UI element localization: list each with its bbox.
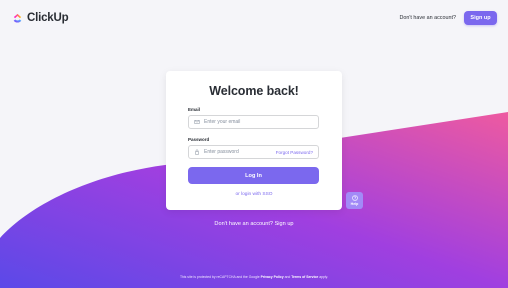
signup-button[interactable]: Sign up xyxy=(464,11,497,25)
help-label: Help xyxy=(350,202,359,206)
help-button[interactable]: Help xyxy=(346,192,363,209)
password-field-container[interactable]: Forgot Password? xyxy=(188,145,319,159)
terms-of-service-link[interactable]: Terms of Service xyxy=(291,275,318,279)
password-label: Password xyxy=(188,137,210,142)
clickup-logo[interactable]: ClickUp xyxy=(12,11,69,25)
footer-prefix: This site is protected by reCAPTCHA and … xyxy=(179,275,260,279)
privacy-policy-link[interactable]: Privacy Policy xyxy=(261,275,284,279)
logo-text: ClickUp xyxy=(27,12,69,24)
login-button[interactable]: Log In xyxy=(188,167,319,184)
footer-suffix: apply. xyxy=(319,275,329,279)
page-title: Welcome back! xyxy=(209,84,299,98)
clickup-logo-icon xyxy=(13,13,22,23)
mail-icon xyxy=(194,120,200,124)
header-actions: Don't have an account? Sign up xyxy=(400,11,497,25)
login-card: Welcome back! Email Password Forgot Pass… xyxy=(166,71,342,210)
recaptcha-footer: This site is protected by reCAPTCHA and … xyxy=(0,275,508,279)
forgot-password-link[interactable]: Forgot Password? xyxy=(276,150,313,155)
bottom-signup-link[interactable]: Don't have an account? Sign up xyxy=(0,221,508,227)
email-label: Email xyxy=(188,107,201,112)
lock-icon xyxy=(195,149,199,155)
sso-login-link[interactable]: or login with SSO xyxy=(188,192,320,197)
email-field-container[interactable] xyxy=(188,115,319,129)
no-account-text: Don't have an account? xyxy=(399,15,456,21)
password-input[interactable] xyxy=(204,149,272,155)
email-input[interactable] xyxy=(204,119,313,125)
footer-and: and xyxy=(284,275,291,279)
help-icon xyxy=(351,195,358,201)
